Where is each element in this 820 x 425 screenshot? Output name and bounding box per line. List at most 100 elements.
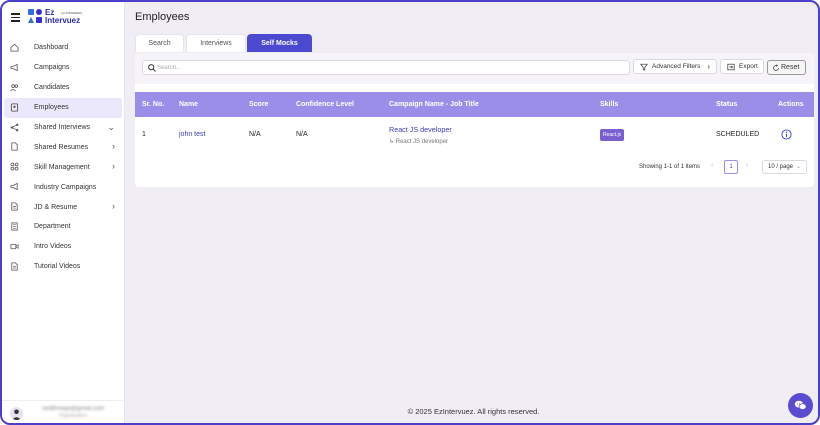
column-score[interactable]: Score [249,92,268,117]
previous-page-icon[interactable]: ‹ [711,162,713,169]
sidebar-item-label: JD & Resume [34,203,78,211]
sidebar-item-dashboard[interactable]: Dashboard [2,38,124,58]
user-role: Organization [59,413,88,419]
chevron-right-icon[interactable]: › [112,202,115,211]
megaphone-icon [10,182,18,191]
sidebar-item-shared-interviews[interactable]: Shared Interviews ⌄ [2,118,124,138]
column-sr-no[interactable]: Sr. No. [142,92,164,117]
sidebar-item-campaigns[interactable]: Campaigns [2,58,124,78]
skill-badge: React.js [600,128,625,141]
sidebar-item-candidates[interactable]: Candidates [2,78,124,98]
column-confidence-level[interactable]: Confidence Level [296,92,354,117]
page-title: Employees [135,11,190,23]
status-badge: SCHEDULED [716,131,760,138]
sidebar-item-label: Shared Interviews [34,124,91,131]
search-icon [148,63,156,72]
column-name[interactable]: Name [179,92,198,117]
cell-skills: React.js [600,117,625,152]
sidebar-item-intro-videos[interactable]: Intro Videos [2,237,124,257]
chat-button[interactable] [788,393,813,418]
sidebar-item-label: Department [34,223,71,231]
footer-copyright: © 2025 EzIntervuez. All rights reserved. [407,407,540,416]
results-card: Advanced Filters › Export Reset Sr. No. … [135,53,814,187]
sidebar-item-label: Tutorial Videos [34,263,81,271]
reset-button[interactable]: Reset [767,60,806,75]
user-email: sedtfhnwje@gmail.com [42,406,105,412]
cell-confidence: N/A [296,131,308,138]
info-icon[interactable] [781,129,792,140]
sidebar-item-label: Dashboard [34,44,69,52]
sidebar-item-label: Shared Resumes [34,143,89,151]
filter-icon [640,63,648,71]
users-icon [10,84,18,92]
user-avatar-icon [12,409,21,420]
page-number-button[interactable]: 1 [724,160,738,174]
export-button[interactable]: Export [720,59,764,74]
sidebar-item-shared-resumes[interactable]: Shared Resumes › [2,137,124,157]
sidebar-item-label: Industry Campaigns [34,183,97,191]
column-campaign-job-title[interactable]: Campaign Name - Job Title [389,92,479,117]
avatar[interactable] [10,407,23,420]
user-profile[interactable]: sedtfhnwje@gmail.com Organization [2,400,124,423]
column-actions[interactable]: Actions [778,92,804,117]
advanced-filters-button[interactable]: Advanced Filters › [633,59,717,74]
tab-interviews[interactable]: Interviews [186,34,246,52]
table-row: 1 john test N/A N/A React JS developer ↳… [135,117,814,152]
next-page-icon[interactable]: › [746,162,748,169]
cell-campaign: React JS developer ↳ React JS developer [389,117,452,152]
chevron-right-icon[interactable]: › [112,162,115,171]
document-icon [11,202,18,211]
sidebar-item-jd-resume[interactable]: JD & Resume › [2,197,124,217]
app-window: Ez (AI-POWERED) Intervuez Dashboard Camp… [0,0,820,425]
sidebar-item-employees[interactable]: Employees [4,97,122,118]
sidebar-item-label: Campaigns [34,64,70,72]
chevron-right-icon[interactable]: › [112,142,115,151]
sidebar-item-label: Employees [34,104,69,112]
sidebar-item-skill-management[interactable]: Skill Management › [2,157,124,177]
search-box[interactable] [142,60,630,75]
page-size-select[interactable]: 10 / page ⌄ [762,160,807,174]
building-icon [11,222,18,231]
share-icon [10,123,19,131]
tabs: Search Interviews Self Mocks [135,34,312,52]
employee-name-link[interactable]: john test [179,117,205,152]
document-icon [11,142,18,151]
export-icon [727,63,735,71]
badge-icon [10,103,19,112]
grid-icon [10,162,19,171]
chevron-down-icon[interactable]: ⌄ [107,122,115,132]
sidebar-item-tutorial-videos[interactable]: Tutorial Videos [2,257,124,277]
reset-label: Reset [781,64,800,71]
reset-icon [773,64,779,71]
sidebar-item-department[interactable]: Department [2,217,124,237]
megaphone-icon [10,63,18,72]
column-skills[interactable]: Skills [600,92,618,117]
sidebar-nav: Dashboard Campaigns Candidates Employees… [2,38,124,277]
sidebar: Ez (AI-POWERED) Intervuez Dashboard Camp… [2,2,125,423]
export-label: Export [739,63,758,70]
cell-sr-no: 1 [142,131,146,138]
video-icon [10,243,19,250]
pagination: Showing 1-1 of 1 items ‹ 1 › 10 / page ⌄ [135,159,814,175]
tab-self-mocks[interactable]: Self Mocks [247,34,312,52]
document-icon [11,262,18,271]
column-status[interactable]: Status [716,92,737,117]
pagination-summary: Showing 1-1 of 1 items [639,164,701,170]
chat-icon [794,400,807,410]
chevron-down-icon: ⌄ [795,164,801,170]
menu-icon[interactable] [11,13,20,22]
tab-search[interactable]: Search [135,34,184,52]
sidebar-item-label: Skill Management [34,163,90,171]
sidebar-item-label: Candidates [34,84,70,92]
search-input[interactable] [157,64,617,71]
sidebar-item-label: Intro Videos [34,243,72,251]
cell-actions [781,117,792,152]
logo-tagline: (AI-POWERED) [61,11,83,15]
logo-line2: Intervuez [45,16,81,25]
sidebar-item-industry-campaigns[interactable]: Industry Campaigns [2,177,124,197]
campaign-link[interactable]: React JS developer [389,125,452,134]
page-size-value: 10 / page [768,164,794,170]
logo[interactable]: Ez (AI-POWERED) Intervuez [28,8,90,28]
advanced-filters-label: Advanced Filters [652,63,701,70]
job-title: ↳ React JS developer [389,138,449,145]
